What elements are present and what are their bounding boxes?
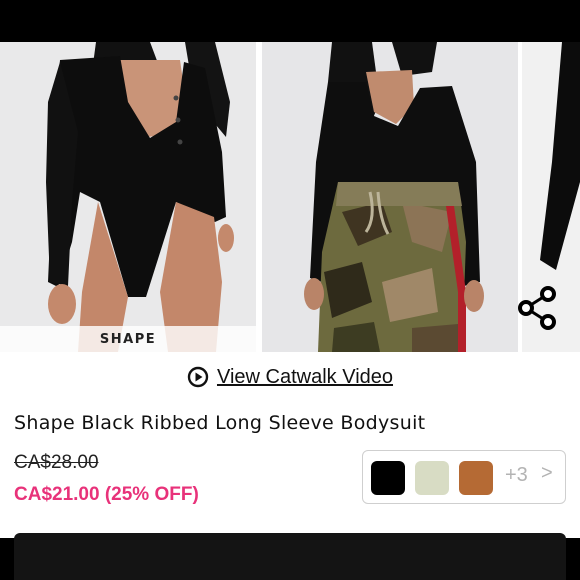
play-circle-icon bbox=[187, 366, 209, 388]
share-icon[interactable] bbox=[514, 284, 562, 332]
original-price: CA$28.00 bbox=[14, 452, 99, 473]
color-swatch-picker[interactable]: +3 > bbox=[362, 450, 566, 504]
catwalk-video-label[interactable]: View Catwalk Video bbox=[217, 366, 393, 389]
product-page: SHAPE View Catwalk Video Shape Black Rib… bbox=[0, 42, 580, 538]
swatch-black[interactable] bbox=[371, 461, 405, 495]
chevron-right-icon[interactable]: > bbox=[541, 462, 553, 485]
view-catwalk-video-link[interactable]: View Catwalk Video bbox=[0, 362, 580, 392]
sale-price: CA$21.00 (25% OFF) bbox=[14, 484, 199, 505]
brand-tag: SHAPE bbox=[0, 326, 256, 352]
model-camo-illustration bbox=[262, 42, 518, 352]
product-title: Shape Black Ribbed Long Sleeve Bodysuit bbox=[14, 412, 426, 434]
product-image-side[interactable] bbox=[262, 42, 518, 352]
swatch-tan[interactable] bbox=[459, 461, 493, 495]
model-front-illustration bbox=[0, 42, 256, 352]
product-image-front[interactable]: SHAPE bbox=[0, 42, 256, 352]
swatch-sage[interactable] bbox=[415, 461, 449, 495]
image-gallery[interactable]: SHAPE bbox=[0, 42, 580, 352]
add-to-bag-button[interactable] bbox=[14, 533, 566, 580]
more-colors-count[interactable]: +3 bbox=[505, 464, 528, 487]
